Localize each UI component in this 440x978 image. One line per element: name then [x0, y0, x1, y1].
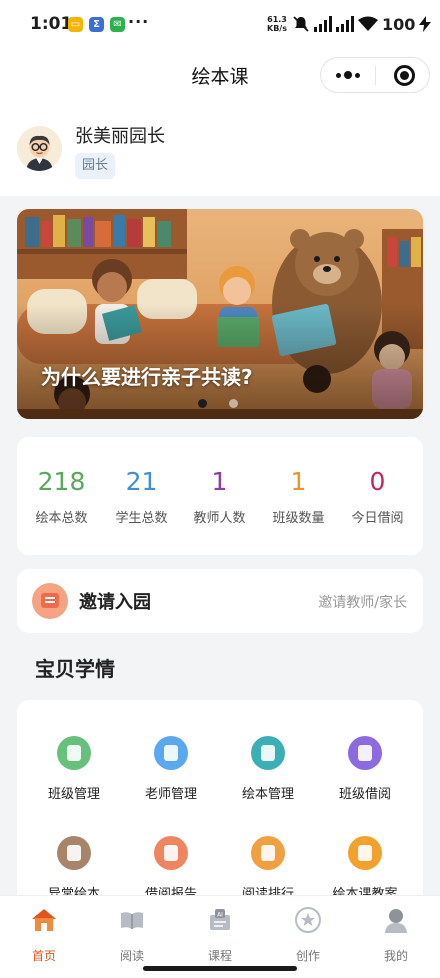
grid-item-lesson-plan[interactable]: 绘本课教案 — [315, 836, 415, 902]
principal-avatar-illustration — [17, 126, 62, 171]
reading-rank-icon — [251, 836, 285, 870]
tab-reading[interactable]: 阅读 — [102, 906, 162, 964]
stat-value: 21 — [125, 467, 158, 496]
borrow-report-icon — [154, 836, 188, 870]
stat-label: 班级数量 — [272, 511, 325, 526]
banner-carousel[interactable]: 为什么要进行亲子共读? — [17, 209, 423, 419]
stat-book-total[interactable]: 218 绘本总数 — [21, 467, 102, 526]
stat-today-borrow[interactable]: 0 今日借阅 — [337, 467, 418, 526]
more-icon — [355, 72, 360, 78]
grid-item-class-management[interactable]: 班级管理 — [24, 736, 124, 802]
abnormal-book-icon — [57, 836, 91, 870]
stat-teacher-count[interactable]: 1 教师人数 — [179, 467, 260, 526]
home-indicator — [143, 966, 297, 971]
grid-item-label: 老师管理 — [144, 787, 197, 802]
tab-course[interactable]: AI 课程 — [190, 906, 250, 964]
profile-icon — [385, 909, 407, 933]
tab-label: 创作 — [295, 949, 320, 963]
star-icon — [295, 907, 321, 933]
role-badge: 园长 — [75, 153, 116, 179]
ai-course-icon: AI — [210, 909, 230, 930]
stat-label: 绘本总数 — [35, 511, 88, 526]
close-miniprogram-icon[interactable] — [394, 65, 415, 86]
grid-item-label: 班级借阅 — [338, 787, 391, 802]
tab-label: 我的 — [383, 949, 408, 963]
stat-value: 218 — [37, 467, 86, 496]
class-borrow-icon — [348, 736, 382, 770]
stats-card: 218 绘本总数 21 学生总数 1 教师人数 1 班级数量 0 今日借阅 — [17, 437, 423, 555]
tab-mine[interactable]: 我的 — [366, 906, 426, 964]
stat-value: 0 — [369, 467, 386, 496]
avatar[interactable] — [17, 126, 62, 171]
tab-create[interactable]: 创作 — [278, 906, 338, 964]
notification-app-icon: ▭ — [68, 17, 83, 32]
book-management-icon — [251, 736, 285, 770]
battery-level: 100 — [382, 14, 416, 34]
function-grid: 班级管理 老师管理 绘本管理 班级借阅 异常绘本 借阅报告 阅读排行 绘本课教案 — [17, 700, 423, 920]
miniprogram-capsule — [320, 57, 430, 93]
stat-label: 今日借阅 — [351, 511, 404, 526]
grid-item-label: 绘本管理 — [241, 787, 294, 802]
grid-item-teacher-management[interactable]: 老师管理 — [121, 736, 221, 802]
stat-class-count[interactable]: 1 班级数量 — [258, 467, 339, 526]
signal-icon — [336, 16, 354, 32]
stat-label: 教师人数 — [193, 511, 246, 526]
invite-subtitle: 邀请教师/家长 — [318, 595, 407, 611]
section-title: 宝贝学情 — [35, 657, 115, 681]
invite-title: 邀请入园 — [79, 592, 151, 613]
more-menu-button[interactable] — [336, 58, 360, 92]
grid-item-book-management[interactable]: 绘本管理 — [218, 736, 318, 802]
grid-item-label: 班级管理 — [47, 787, 100, 802]
stat-label: 学生总数 — [115, 511, 168, 526]
status-bar: 1:01 ▭ Σ ✉ ··· 61.3 KB/s 100 — [0, 0, 440, 50]
signal-icon — [314, 16, 332, 32]
svg-text:AI: AI — [217, 912, 223, 919]
more-notifications-icon: ··· — [128, 12, 150, 31]
status-icons: 100 — [292, 13, 432, 35]
stat-student-total[interactable]: 21 学生总数 — [101, 467, 182, 526]
carousel-dot[interactable] — [198, 399, 207, 408]
book-icon — [121, 912, 143, 929]
notification-app-icon: Σ — [89, 17, 104, 32]
capsule-divider — [375, 66, 376, 85]
network-speed: 61.3 KB/s — [267, 15, 287, 33]
grid-item-class-borrow[interactable]: 班级借阅 — [315, 736, 415, 802]
stat-value: 1 — [290, 467, 307, 496]
home-icon — [32, 909, 56, 931]
mute-icon — [293, 16, 309, 32]
more-icon — [336, 72, 341, 78]
wifi-icon — [358, 16, 378, 31]
carousel-dot[interactable] — [229, 399, 238, 408]
invite-card[interactable]: 邀请入园 邀请教师/家长 — [17, 569, 423, 633]
grid-item-reading-rank[interactable]: 阅读排行 — [218, 836, 318, 902]
grid-item-abnormal-book[interactable]: 异常绘本 — [24, 836, 124, 902]
status-time: 1:01 — [30, 14, 73, 34]
class-management-icon — [57, 736, 91, 770]
banner-caption: 为什么要进行亲子共读? — [41, 365, 253, 389]
wechat-icon: ✉ — [110, 17, 125, 32]
tab-label: 首页 — [31, 949, 56, 963]
teacher-management-icon — [154, 736, 188, 770]
grid-item-borrow-report[interactable]: 借阅报告 — [121, 836, 221, 902]
tab-home[interactable]: 首页 — [14, 906, 74, 964]
more-icon — [344, 71, 352, 79]
carousel-indicator — [198, 399, 238, 408]
tab-label: 课程 — [207, 949, 232, 963]
invite-icon — [32, 583, 68, 619]
user-name: 张美丽园长 — [75, 126, 165, 147]
stat-value: 1 — [211, 467, 228, 496]
tab-label: 阅读 — [119, 949, 144, 963]
charging-icon — [419, 16, 432, 32]
lesson-plan-icon — [348, 836, 382, 870]
